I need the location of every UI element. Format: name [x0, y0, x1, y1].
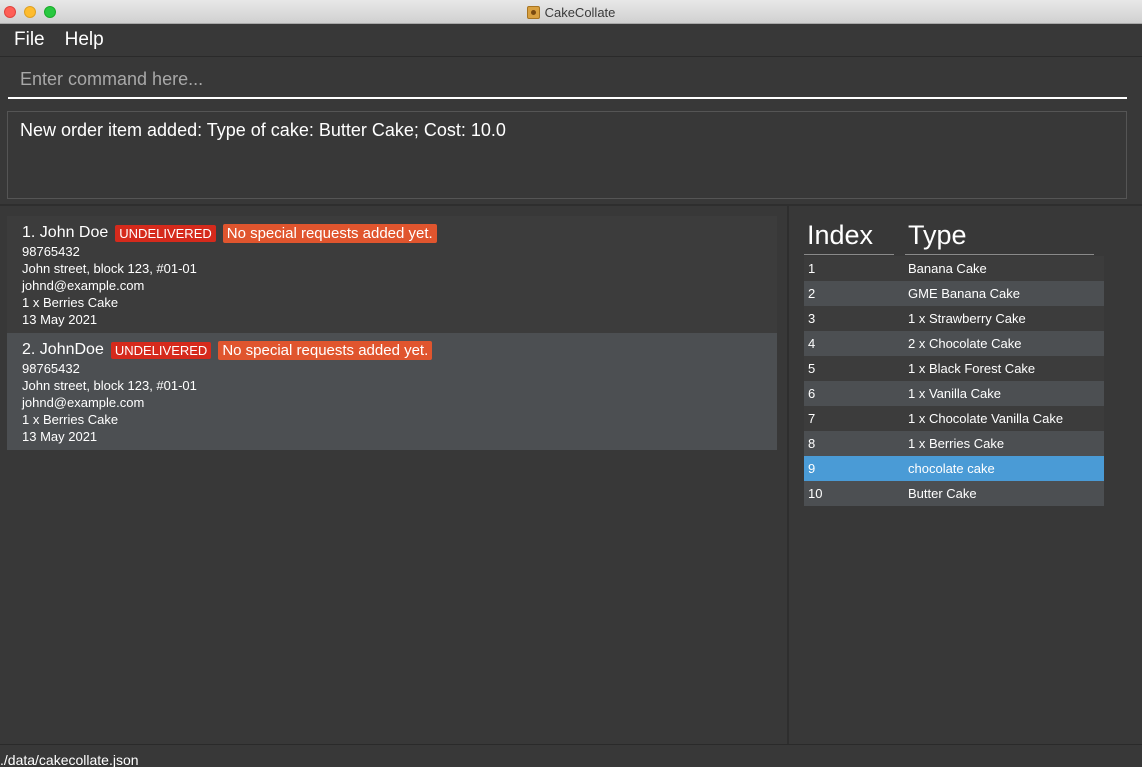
order-items: 1 x Berries Cake [22, 295, 119, 310]
cell-type: 1 x Chocolate Vanilla Cake [908, 411, 1064, 426]
menu-bar: File Help [0, 24, 1142, 57]
column-header-type[interactable]: Type [905, 220, 1094, 255]
table-row[interactable]: 1 Banana Cake [804, 256, 1104, 281]
delivery-status-badge: UNDELIVERED [110, 341, 212, 359]
window-title: CakeCollate [544, 4, 616, 20]
table-row[interactable]: 10 Butter Cake [804, 481, 1104, 506]
order-date: 13 May 2021 [22, 429, 98, 444]
cell-index: 3 [808, 311, 816, 326]
title-wrap: CakeCollate [0, 0, 1142, 24]
cell-index: 2 [808, 286, 816, 301]
table-row[interactable]: 4 2 x Chocolate Cake [804, 331, 1104, 356]
command-box [0, 58, 1142, 104]
order-phone: 98765432 [22, 244, 80, 259]
order-items-table: 1 Banana Cake 2 GME Banana Cake 3 1 x St… [804, 256, 1104, 506]
table-row[interactable]: 9 chocolate cake [804, 456, 1104, 481]
delivery-status-badge: UNDELIVERED [115, 224, 216, 242]
table-row[interactable]: 7 1 x Chocolate Vanilla Cake [804, 406, 1104, 431]
cell-index: 10 [808, 486, 823, 501]
result-message: New order item added: Type of cake: Butt… [20, 120, 506, 140]
cell-index: 1 [808, 261, 816, 276]
order-card[interactable]: 2. JohnDoe UNDELIVERED No special reques… [7, 333, 777, 450]
order-header: 2. JohnDoe UNDELIVERED No special reques… [22, 340, 762, 360]
table-row[interactable]: 5 1 x Black Forest Cake [804, 356, 1104, 381]
cell-type: 1 x Strawberry Cake [908, 311, 1026, 326]
order-items: 1 x Berries Cake [22, 412, 119, 427]
result-display: New order item added: Type of cake: Butt… [7, 111, 1127, 199]
cell-type: Banana Cake [908, 261, 987, 276]
cell-type: chocolate cake [908, 461, 995, 476]
table-row[interactable]: 3 1 x Strawberry Cake [804, 306, 1104, 331]
order-list-panel: 1. John Doe UNDELIVERED No special reque… [0, 206, 788, 744]
menu-help[interactable]: Help [65, 29, 104, 51]
command-input[interactable] [8, 62, 1127, 99]
cell-type: Butter Cake [908, 486, 977, 501]
order-date: 13 May 2021 [22, 312, 98, 327]
menu-file[interactable]: File [14, 29, 45, 51]
table-row[interactable]: 2 GME Banana Cake [804, 281, 1104, 306]
cell-type: 2 x Chocolate Cake [908, 336, 1022, 351]
order-email: johnd@example.com [22, 395, 145, 410]
order-header: 1. John Doe UNDELIVERED No special reque… [22, 223, 762, 243]
status-bar: ./data/cakecollate.json [0, 744, 1142, 767]
cell-index: 7 [808, 411, 816, 426]
cell-index: 6 [808, 386, 816, 401]
order-name: 2. JohnDoe [22, 341, 104, 358]
order-name: 1. John Doe [22, 224, 109, 241]
table-row[interactable]: 6 1 x Vanilla Cake [804, 381, 1104, 406]
order-address: John street, block 123, #01-01 [22, 378, 197, 393]
order-items-panel: Index Type 1 Banana Cake 2 GME Banana Ca… [789, 206, 1142, 744]
order-card[interactable]: 1. John Doe UNDELIVERED No special reque… [7, 216, 777, 333]
cell-index: 4 [808, 336, 816, 351]
cell-index: 5 [808, 361, 816, 376]
order-email: johnd@example.com [22, 278, 145, 293]
cell-type: 1 x Berries Cake [908, 436, 1005, 451]
cell-type: 1 x Black Forest Cake [908, 361, 1036, 376]
title-bar: CakeCollate [0, 0, 1142, 24]
column-header-index[interactable]: Index [804, 220, 894, 255]
table-row[interactable]: 8 1 x Berries Cake [804, 431, 1104, 456]
app-window: CakeCollate File Help New order item add… [0, 0, 1142, 767]
data-file-path: ./data/cakecollate.json [0, 752, 139, 767]
app-icon [526, 5, 540, 19]
order-address: John street, block 123, #01-01 [22, 261, 197, 276]
cell-index: 8 [808, 436, 816, 451]
cell-type: 1 x Vanilla Cake [908, 386, 1001, 401]
request-badge: No special requests added yet. [222, 223, 437, 243]
request-badge: No special requests added yet. [218, 340, 433, 360]
cell-type: GME Banana Cake [908, 286, 1021, 301]
order-phone: 98765432 [22, 361, 80, 376]
cell-index: 9 [808, 461, 816, 476]
table-header: Index Type [804, 220, 1104, 256]
